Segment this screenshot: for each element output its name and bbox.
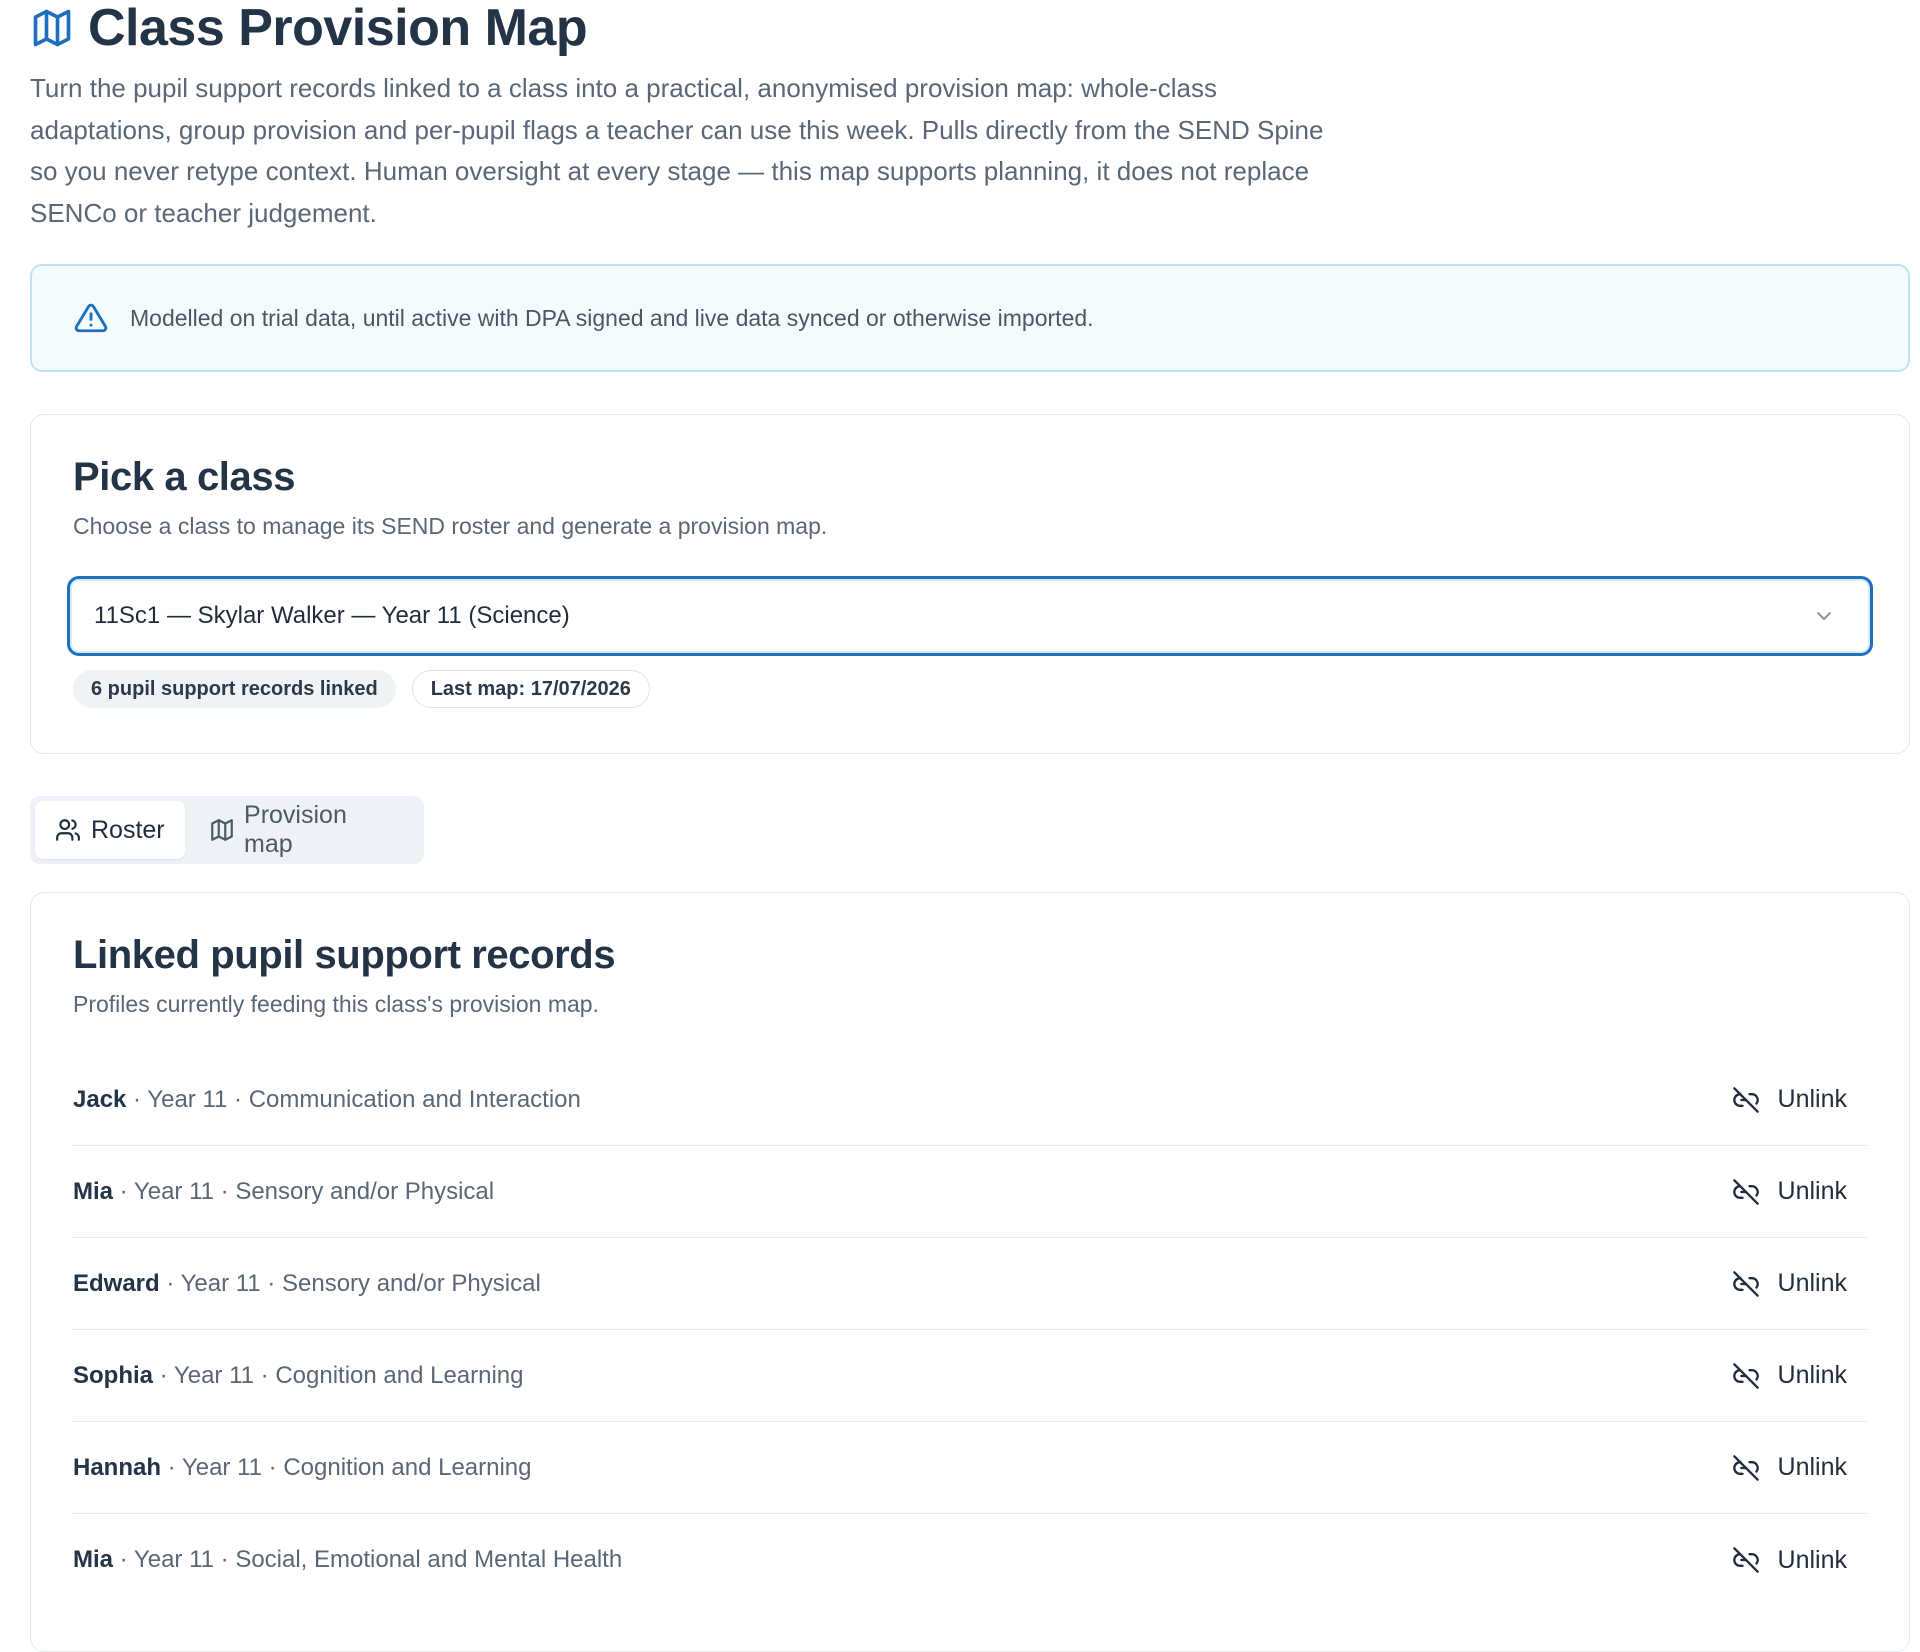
linked-records-card: Linked pupil support records Profiles cu…: [30, 892, 1910, 1652]
class-badges: 6 pupil support records linked Last map:…: [73, 670, 1867, 708]
linked-records-list: Jack · Year 11 · Communication and Inter…: [73, 1054, 1867, 1606]
unlink-icon: [1732, 1085, 1762, 1115]
unlink-label: Unlink: [1777, 1545, 1847, 1574]
record-details: · Year 11 · Social, Emotional and Mental…: [113, 1546, 623, 1573]
table-row: Hannah · Year 11 · Cognition and Learnin…: [73, 1422, 1867, 1514]
record-name: Hannah: [73, 1453, 162, 1481]
unlink-icon: [1732, 1361, 1762, 1391]
record-text: Jack · Year 11 · Communication and Inter…: [73, 1086, 581, 1114]
unlink-button[interactable]: Unlink: [1732, 1453, 1867, 1483]
record-text: Mia · Year 11 · Social, Emotional and Me…: [73, 1546, 622, 1574]
record-details: · Year 11 · Communication and Interactio…: [126, 1085, 581, 1113]
unlink-label: Unlink: [1777, 1361, 1847, 1389]
linked-records-subtitle: Profiles currently feeding this class's …: [73, 991, 599, 1017]
record-text: Edward · Year 11 · Sensory and/or Physic…: [73, 1270, 541, 1298]
tab-provision-map[interactable]: Provision map: [189, 801, 419, 859]
table-row: Edward · Year 11 · Sensory and/or Physic…: [73, 1238, 1867, 1330]
chevron-down-icon: [1812, 602, 1840, 630]
record-name: Sophia: [73, 1361, 154, 1389]
unlink-label: Unlink: [1777, 1269, 1847, 1297]
record-details: · Year 11 · Cognition and Learning: [161, 1453, 532, 1481]
unlink-label: Unlink: [1777, 1453, 1847, 1481]
unlink-icon: [1732, 1269, 1762, 1299]
unlink-button[interactable]: Unlink: [1732, 1177, 1867, 1207]
users-icon: [55, 816, 83, 844]
page-intro: Turn the pupil support records linked to…: [30, 73, 1324, 228]
record-name: Edward: [73, 1269, 160, 1297]
record-details: · Year 11 · Sensory and/or Physical: [113, 1177, 495, 1205]
class-picker-card: Pick a class Choose a class to manage it…: [30, 414, 1910, 754]
tab-roster[interactable]: Roster: [35, 801, 185, 859]
class-select[interactable]: 11Sc1 — Skylar Walker — Year 11 (Science…: [67, 576, 1873, 656]
class-picker-subtitle: Choose a class to manage its SEND roster…: [73, 513, 828, 539]
table-row: Mia · Year 11 · Sensory and/or Physical …: [73, 1146, 1867, 1238]
record-text: Mia · Year 11 · Sensory and/or Physical: [73, 1178, 494, 1206]
page: Class Provision Map Turn the pupil suppo…: [30, 0, 1910, 1652]
unlink-icon: [1732, 1453, 1762, 1483]
unlink-button[interactable]: Unlink: [1732, 1361, 1867, 1391]
last-map-badge: Last map: 17/07/2026: [411, 670, 650, 708]
unlink-label: Unlink: [1777, 1177, 1847, 1205]
record-name: Mia: [73, 1177, 114, 1205]
table-row: Mia · Year 11 · Social, Emotional and Me…: [73, 1514, 1867, 1606]
class-picker-title: Pick a class: [73, 455, 296, 499]
unlink-label: Unlink: [1777, 1085, 1847, 1113]
page-header: Class Provision Map: [30, 0, 1910, 56]
warning-triangle-icon: [74, 300, 110, 336]
unlink-button[interactable]: Unlink: [1732, 1269, 1867, 1299]
map-icon: [209, 816, 236, 844]
unlink-icon: [1732, 1545, 1762, 1575]
page-title: Class Provision Map: [88, 0, 588, 57]
record-name: Jack: [73, 1085, 127, 1113]
record-details: · Year 11 · Cognition and Learning: [153, 1361, 524, 1389]
trial-data-notice: Modelled on trial data, until active wit…: [30, 264, 1910, 372]
view-tabs: Roster Provision map: [30, 796, 424, 864]
linked-count-badge: 6 pupil support records linked: [73, 670, 396, 708]
record-details: · Year 11 · Sensory and/or Physical: [159, 1269, 541, 1297]
unlink-icon: [1732, 1177, 1762, 1207]
unlink-button[interactable]: Unlink: [1732, 1545, 1867, 1575]
record-name: Mia: [73, 1546, 114, 1573]
tab-roster-label: Roster: [91, 815, 165, 844]
class-select-value: 11Sc1 — Skylar Walker — Year 11 (Science…: [94, 602, 570, 629]
table-row: Jack · Year 11 · Communication and Inter…: [73, 1054, 1867, 1146]
record-text: Sophia · Year 11 · Cognition and Learnin…: [73, 1362, 524, 1390]
map-icon: [30, 6, 74, 50]
notice-text: Modelled on trial data, until active wit…: [130, 304, 1094, 331]
unlink-button[interactable]: Unlink: [1732, 1085, 1867, 1115]
tab-provision-map-label: Provision map: [244, 801, 347, 858]
linked-records-title: Linked pupil support records: [73, 933, 616, 977]
record-text: Hannah · Year 11 · Cognition and Learnin…: [73, 1454, 532, 1482]
table-row: Sophia · Year 11 · Cognition and Learnin…: [73, 1330, 1867, 1422]
